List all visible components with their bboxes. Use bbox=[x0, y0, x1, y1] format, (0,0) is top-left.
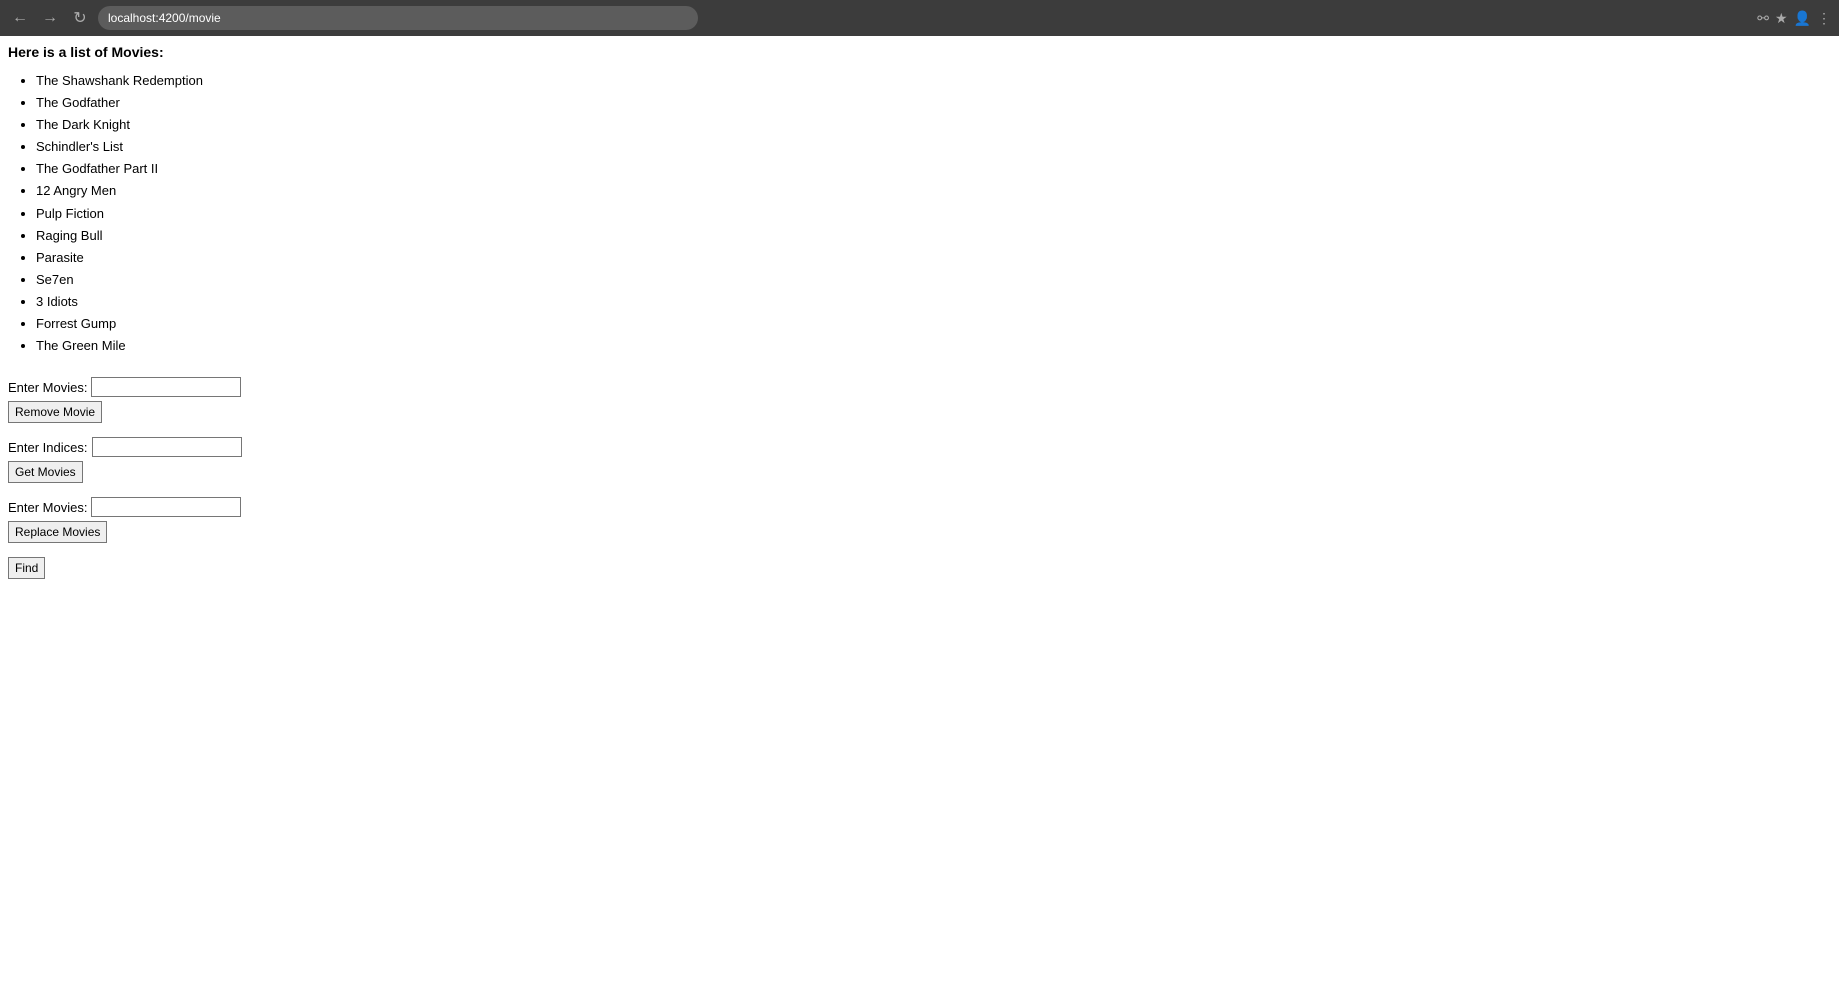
url-text: localhost:4200/movie bbox=[108, 11, 221, 25]
list-item: Raging Bull bbox=[36, 225, 1831, 247]
bookmark-icon: ★ bbox=[1775, 10, 1788, 27]
address-bar[interactable]: localhost:4200/movie bbox=[98, 6, 698, 30]
page-content: Here is a list of Movies: The Shawshank … bbox=[0, 36, 1839, 587]
get-movies-button[interactable]: Get Movies bbox=[8, 461, 83, 483]
remove-movie-input[interactable] bbox=[91, 377, 241, 397]
list-item: 3 Idiots bbox=[36, 291, 1831, 313]
list-item: The Dark Knight bbox=[36, 114, 1831, 136]
forward-button[interactable]: → bbox=[38, 6, 62, 30]
list-item: The Green Mile bbox=[36, 335, 1831, 357]
get-movies-row: Enter Indices: bbox=[8, 437, 1831, 457]
list-item: 12 Angry Men bbox=[36, 180, 1831, 202]
browser-actions: ⚯ ★ 👤 ⋮ bbox=[1757, 10, 1831, 27]
list-item: The Godfather Part II bbox=[36, 158, 1831, 180]
browser-chrome: ← → ↻ localhost:4200/movie ⚯ ★ 👤 ⋮ bbox=[0, 0, 1839, 36]
profile-icon: 👤 bbox=[1794, 10, 1811, 27]
replace-movies-button[interactable]: Replace Movies bbox=[8, 521, 107, 543]
list-item: The Godfather bbox=[36, 92, 1831, 114]
get-movies-input[interactable] bbox=[92, 437, 242, 457]
page-title: Here is a list of Movies: bbox=[8, 44, 1831, 60]
extensions-icon: ⚯ bbox=[1757, 10, 1769, 27]
remove-movie-label: Enter Movies: bbox=[8, 380, 87, 395]
menu-icon: ⋮ bbox=[1817, 10, 1831, 27]
list-item: Parasite bbox=[36, 247, 1831, 269]
replace-movies-section: Enter Movies: Replace Movies bbox=[8, 497, 1831, 543]
replace-movies-input[interactable] bbox=[91, 497, 241, 517]
back-button[interactable]: ← bbox=[8, 6, 32, 30]
get-movies-label: Enter Indices: bbox=[8, 440, 88, 455]
remove-movie-button[interactable]: Remove Movie bbox=[8, 401, 102, 423]
list-item: Forrest Gump bbox=[36, 313, 1831, 335]
list-item: Se7en bbox=[36, 269, 1831, 291]
remove-movie-section: Enter Movies: Remove Movie bbox=[8, 377, 1831, 423]
replace-movies-label: Enter Movies: bbox=[8, 500, 87, 515]
reload-button[interactable]: ↻ bbox=[68, 6, 92, 30]
remove-movie-row: Enter Movies: bbox=[8, 377, 1831, 397]
replace-movies-row: Enter Movies: bbox=[8, 497, 1831, 517]
find-section: Find bbox=[8, 557, 1831, 579]
list-item: Pulp Fiction bbox=[36, 203, 1831, 225]
list-item: The Shawshank Redemption bbox=[36, 70, 1831, 92]
list-item: Schindler's List bbox=[36, 136, 1831, 158]
get-movies-section: Enter Indices: Get Movies bbox=[8, 437, 1831, 483]
find-button[interactable]: Find bbox=[8, 557, 45, 579]
movie-list: The Shawshank RedemptionThe GodfatherThe… bbox=[36, 70, 1831, 357]
